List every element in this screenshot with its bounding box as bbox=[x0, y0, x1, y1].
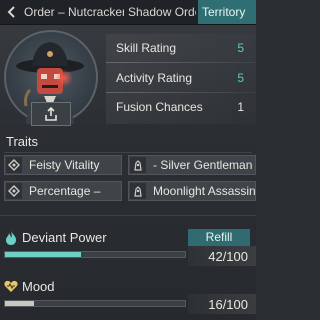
trait-label: - Silver Gentleman bbox=[153, 158, 253, 172]
back-chevron-icon[interactable] bbox=[3, 3, 21, 21]
mood-bar-fill bbox=[5, 301, 34, 306]
heart-icon bbox=[4, 280, 18, 298]
traits-heading: Traits bbox=[6, 134, 39, 149]
rating-divider bbox=[106, 92, 256, 93]
trait-silver-gentleman[interactable]: - Silver Gentleman bbox=[128, 155, 256, 175]
territory-panel: Order – Nutcracker Shadow Order Territor… bbox=[0, 0, 256, 320]
trait-label: Feisty Vitality bbox=[29, 158, 100, 172]
trait-label: Moonlight Assassin bbox=[153, 184, 256, 198]
skill-rating-label: Skill Rating bbox=[116, 41, 177, 55]
deviant-power-bar-fill bbox=[5, 252, 81, 257]
tab-order[interactable]: Order – Nutcracker bbox=[24, 0, 124, 24]
deviant-power-label: Deviant Power bbox=[22, 230, 107, 245]
tab-shadow-order[interactable]: Shadow Order bbox=[128, 0, 196, 24]
activity-rating-label: Activity Rating bbox=[116, 71, 193, 85]
mood-bar bbox=[4, 300, 186, 307]
fusion-chances-label: Fusion Chances bbox=[116, 100, 203, 114]
diamond-rune-icon bbox=[6, 183, 22, 199]
section-divider bbox=[0, 215, 256, 216]
traits-divider bbox=[4, 152, 252, 153]
deviant-power-bar bbox=[4, 251, 186, 258]
trait-feisty-vitality[interactable]: Feisty Vitality bbox=[4, 155, 122, 175]
fusion-chances-value: 1 bbox=[237, 100, 244, 114]
skill-rating-value: 5 bbox=[237, 41, 244, 55]
figure-rune-icon bbox=[130, 157, 146, 173]
activity-rating-row: Activity Rating 5 bbox=[106, 68, 256, 88]
mood-value: 16/100 bbox=[208, 297, 248, 312]
deviant-portrait bbox=[4, 30, 98, 126]
mood-label: Mood bbox=[22, 279, 55, 294]
figure-rune-icon bbox=[130, 183, 146, 199]
activity-rating-value: 5 bbox=[237, 71, 244, 85]
share-icon bbox=[45, 107, 57, 121]
refill-button[interactable]: Refill bbox=[188, 229, 250, 246]
share-button[interactable] bbox=[31, 102, 71, 126]
trait-percentage[interactable]: Percentage – bbox=[4, 181, 122, 201]
trait-label: Percentage – bbox=[29, 184, 101, 198]
tab-territory[interactable]: Territory bbox=[198, 0, 256, 24]
skill-rating-row: Skill Rating 5 bbox=[106, 38, 256, 58]
flame-icon bbox=[4, 230, 18, 251]
deviant-power-value: 42/100 bbox=[208, 249, 248, 264]
fusion-chances-row: Fusion Chances 1 bbox=[106, 97, 256, 117]
diamond-rune-icon bbox=[6, 157, 22, 173]
rating-divider bbox=[106, 62, 256, 63]
tab-bar: Order – Nutcracker Shadow Order Territor… bbox=[0, 0, 256, 25]
trait-moonlight-assassin[interactable]: Moonlight Assassin bbox=[128, 181, 256, 201]
